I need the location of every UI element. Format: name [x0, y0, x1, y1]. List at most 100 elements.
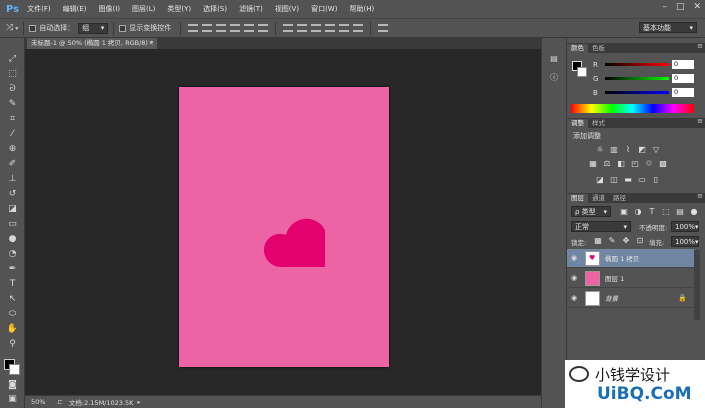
lock-position-icon[interactable]: ✥	[621, 236, 631, 245]
color-lookup-icon[interactable]: ▩	[658, 159, 668, 168]
blur-tool-icon[interactable]: ●	[6, 234, 19, 245]
black-white-icon[interactable]: ◧	[616, 159, 626, 168]
filter-type-icon[interactable]: T	[647, 207, 657, 216]
layers-scrollbar[interactable]	[694, 250, 700, 320]
lock-image-icon[interactable]: ✎	[607, 236, 617, 245]
panel-menu-icon[interactable]: ≡	[697, 42, 703, 50]
status-arrow-icon[interactable]: ▸	[137, 398, 140, 406]
eraser-tool-icon[interactable]: ◪	[6, 204, 19, 215]
eye-icon[interactable]: ◉	[567, 274, 581, 282]
quick-select-tool-icon[interactable]: ✎	[6, 99, 19, 110]
red-value-input[interactable]: 0	[672, 60, 694, 69]
align-vcenter-icon[interactable]	[202, 24, 213, 32]
healing-brush-tool-icon[interactable]: ⊕	[6, 144, 19, 155]
vibrance-icon[interactable]: ▽	[651, 145, 661, 154]
gradient-map-icon[interactable]: ▭	[637, 175, 647, 184]
close-button[interactable]: ✕	[693, 2, 701, 12]
marquee-tool-icon[interactable]: ⬚	[6, 69, 19, 80]
tool-preset-arrow-icon[interactable]: ▾	[15, 25, 18, 32]
posterize-icon[interactable]: ◫	[609, 175, 619, 184]
threshold-icon[interactable]: ▬	[623, 175, 633, 184]
pen-tool-icon[interactable]: ✒	[6, 264, 19, 275]
info-panel-icon[interactable]: ⓘ	[548, 72, 560, 84]
canvas-area[interactable]	[25, 49, 541, 395]
align-left-icon[interactable]	[230, 24, 241, 32]
filter-toggle-icon[interactable]: ●	[689, 207, 699, 216]
menu-image[interactable]: 图像(I)	[99, 4, 121, 14]
heart-shape[interactable]	[264, 209, 326, 267]
selective-color-icon[interactable]: ▯	[651, 175, 661, 184]
hue-saturation-icon[interactable]: ▦	[588, 159, 598, 168]
panel-menu-icon[interactable]: ≡	[697, 117, 703, 125]
distribute-bottom-icon[interactable]	[311, 24, 322, 32]
auto-select-checkbox[interactable]	[29, 24, 37, 32]
distribute-hcenter-icon[interactable]	[339, 24, 350, 32]
curves-icon[interactable]: ⌇	[623, 145, 633, 154]
menu-help[interactable]: 帮助(H)	[349, 4, 374, 14]
channel-mixer-icon[interactable]: ♲	[644, 159, 654, 168]
align-hcenter-icon[interactable]	[244, 24, 255, 32]
history-brush-tool-icon[interactable]: ↺	[6, 189, 19, 200]
document-tab[interactable]: 未标题-1 @ 50% (椭圆 1 拷贝, RGB/8) * ×	[27, 38, 157, 49]
show-transform-checkbox[interactable]	[119, 24, 127, 32]
background-color-swatch[interactable]	[9, 364, 20, 375]
menu-type[interactable]: 类型(Y)	[167, 4, 191, 14]
workspace-dropdown[interactable]: 基本功能 ▾	[639, 22, 697, 33]
screen-mode-icon[interactable]: ▣	[6, 394, 19, 405]
layer-row-ellipse-copy[interactable]: ◉ ♥ 椭圆 1 拷贝	[567, 249, 695, 268]
document-canvas[interactable]	[179, 87, 389, 367]
hand-tool-icon[interactable]: ✋	[6, 324, 19, 335]
auto-align-icon[interactable]	[378, 24, 389, 32]
eye-icon[interactable]: ◉	[567, 294, 581, 302]
menu-filter[interactable]: 滤镜(T)	[239, 4, 263, 14]
red-slider[interactable]	[605, 63, 669, 66]
auto-select-dropdown[interactable]: 组 ▾	[78, 22, 109, 34]
layer-row-background[interactable]: ◉ 背景 🔒	[567, 289, 695, 308]
color-spectrum[interactable]	[571, 104, 694, 113]
distribute-left-icon[interactable]	[325, 24, 336, 32]
move-tool-icon[interactable]: ⤢	[6, 54, 19, 65]
align-top-icon[interactable]	[188, 24, 199, 32]
filter-adjustment-icon[interactable]: ◑	[633, 207, 643, 216]
lasso-tool-icon[interactable]: ᘐ	[6, 84, 19, 95]
minimize-button[interactable]: –	[662, 2, 667, 12]
background-color-swatch[interactable]	[577, 67, 587, 77]
layer-name[interactable]: 图层 1	[605, 273, 624, 283]
eyedropper-tool-icon[interactable]: ⁄	[6, 129, 19, 140]
eye-icon[interactable]: ◉	[567, 254, 581, 262]
panel-menu-icon[interactable]: ≡	[697, 192, 703, 200]
tab-paths[interactable]: 路径	[609, 194, 630, 203]
menu-select[interactable]: 选择(S)	[203, 4, 227, 14]
distribute-vcenter-icon[interactable]	[297, 24, 308, 32]
lock-all-icon[interactable]: ⊡	[635, 236, 645, 245]
close-icon[interactable]: ×	[149, 38, 154, 49]
filter-pixel-icon[interactable]: ▣	[619, 207, 629, 216]
lock-transparent-icon[interactable]: ▦	[593, 236, 603, 245]
path-select-tool-icon[interactable]: ↖	[6, 294, 19, 305]
tab-layers[interactable]: 图层	[567, 194, 588, 203]
layer-name[interactable]: 椭圆 1 拷贝	[605, 253, 639, 263]
menu-view[interactable]: 视图(V)	[275, 4, 299, 14]
filter-shape-icon[interactable]: ⬚	[661, 207, 671, 216]
layer-filter-dropdown[interactable]: ρ 类型 ▾	[571, 206, 611, 217]
brush-tool-icon[interactable]: ✐	[6, 159, 19, 170]
menu-edit[interactable]: 编辑(E)	[63, 4, 87, 14]
zoom-level[interactable]: 50%	[31, 398, 45, 406]
crop-tool-icon[interactable]: ⌗	[6, 114, 19, 125]
history-panel-icon[interactable]: ▤	[548, 54, 560, 66]
tab-channels[interactable]: 通道	[588, 194, 609, 203]
fill-input[interactable]: 100% ▾	[671, 236, 699, 247]
photo-filter-icon[interactable]: ◰	[630, 159, 640, 168]
levels-icon[interactable]: ▥	[609, 145, 619, 154]
maximize-button[interactable]: □	[676, 2, 685, 12]
blue-slider[interactable]	[605, 91, 669, 94]
tab-color[interactable]: 颜色	[567, 44, 588, 53]
ellipse-tool-icon[interactable]: ⬭	[6, 309, 19, 320]
align-bottom-icon[interactable]	[216, 24, 227, 32]
gradient-tool-icon[interactable]: ▭	[6, 219, 19, 230]
filter-smart-icon[interactable]: ▤	[675, 207, 685, 216]
menu-window[interactable]: 窗口(W)	[311, 4, 337, 14]
tab-styles[interactable]: 样式	[588, 119, 609, 128]
layer-row-layer-1[interactable]: ◉ 图层 1	[567, 269, 695, 288]
menu-layer[interactable]: 图层(L)	[132, 4, 155, 14]
